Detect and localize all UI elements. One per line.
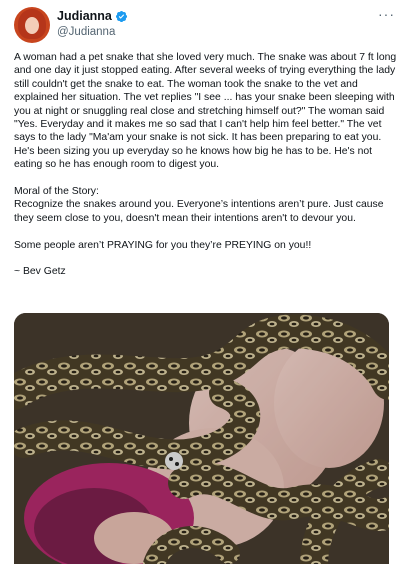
verified-badge-icon (115, 10, 127, 23)
tweet-media-image[interactable] (14, 313, 389, 564)
moral-heading: Moral of the Story: (14, 186, 99, 198)
tweet-paragraph-story: A woman had a pet snake that she loved v… (14, 52, 397, 171)
author-avatar[interactable] (14, 7, 50, 43)
author-handle[interactable]: @Judianna (57, 25, 128, 40)
author-name-row: Judianna (57, 9, 128, 24)
tweet-signature: ~ Bev Getz (14, 266, 66, 278)
tweet-text: A woman had a pet snake that she loved v… (14, 51, 397, 292)
tweet-card: Judianna @Judianna ··· A woman had a pet… (0, 0, 413, 564)
avatar-face (25, 17, 39, 34)
author-display-name[interactable]: Judianna (57, 9, 112, 24)
author-info: Judianna @Judianna (57, 9, 128, 40)
more-options-icon[interactable]: ··· (378, 7, 395, 21)
tweet-closing-line: Some people aren’t PRAYING for you they’… (14, 239, 312, 251)
photo-woman-with-python (14, 313, 389, 564)
moral-text: Recognize the snakes around you. Everyon… (14, 199, 384, 224)
tweet-paragraph-moral: Moral of the Story: Recognize the snakes… (14, 185, 397, 225)
